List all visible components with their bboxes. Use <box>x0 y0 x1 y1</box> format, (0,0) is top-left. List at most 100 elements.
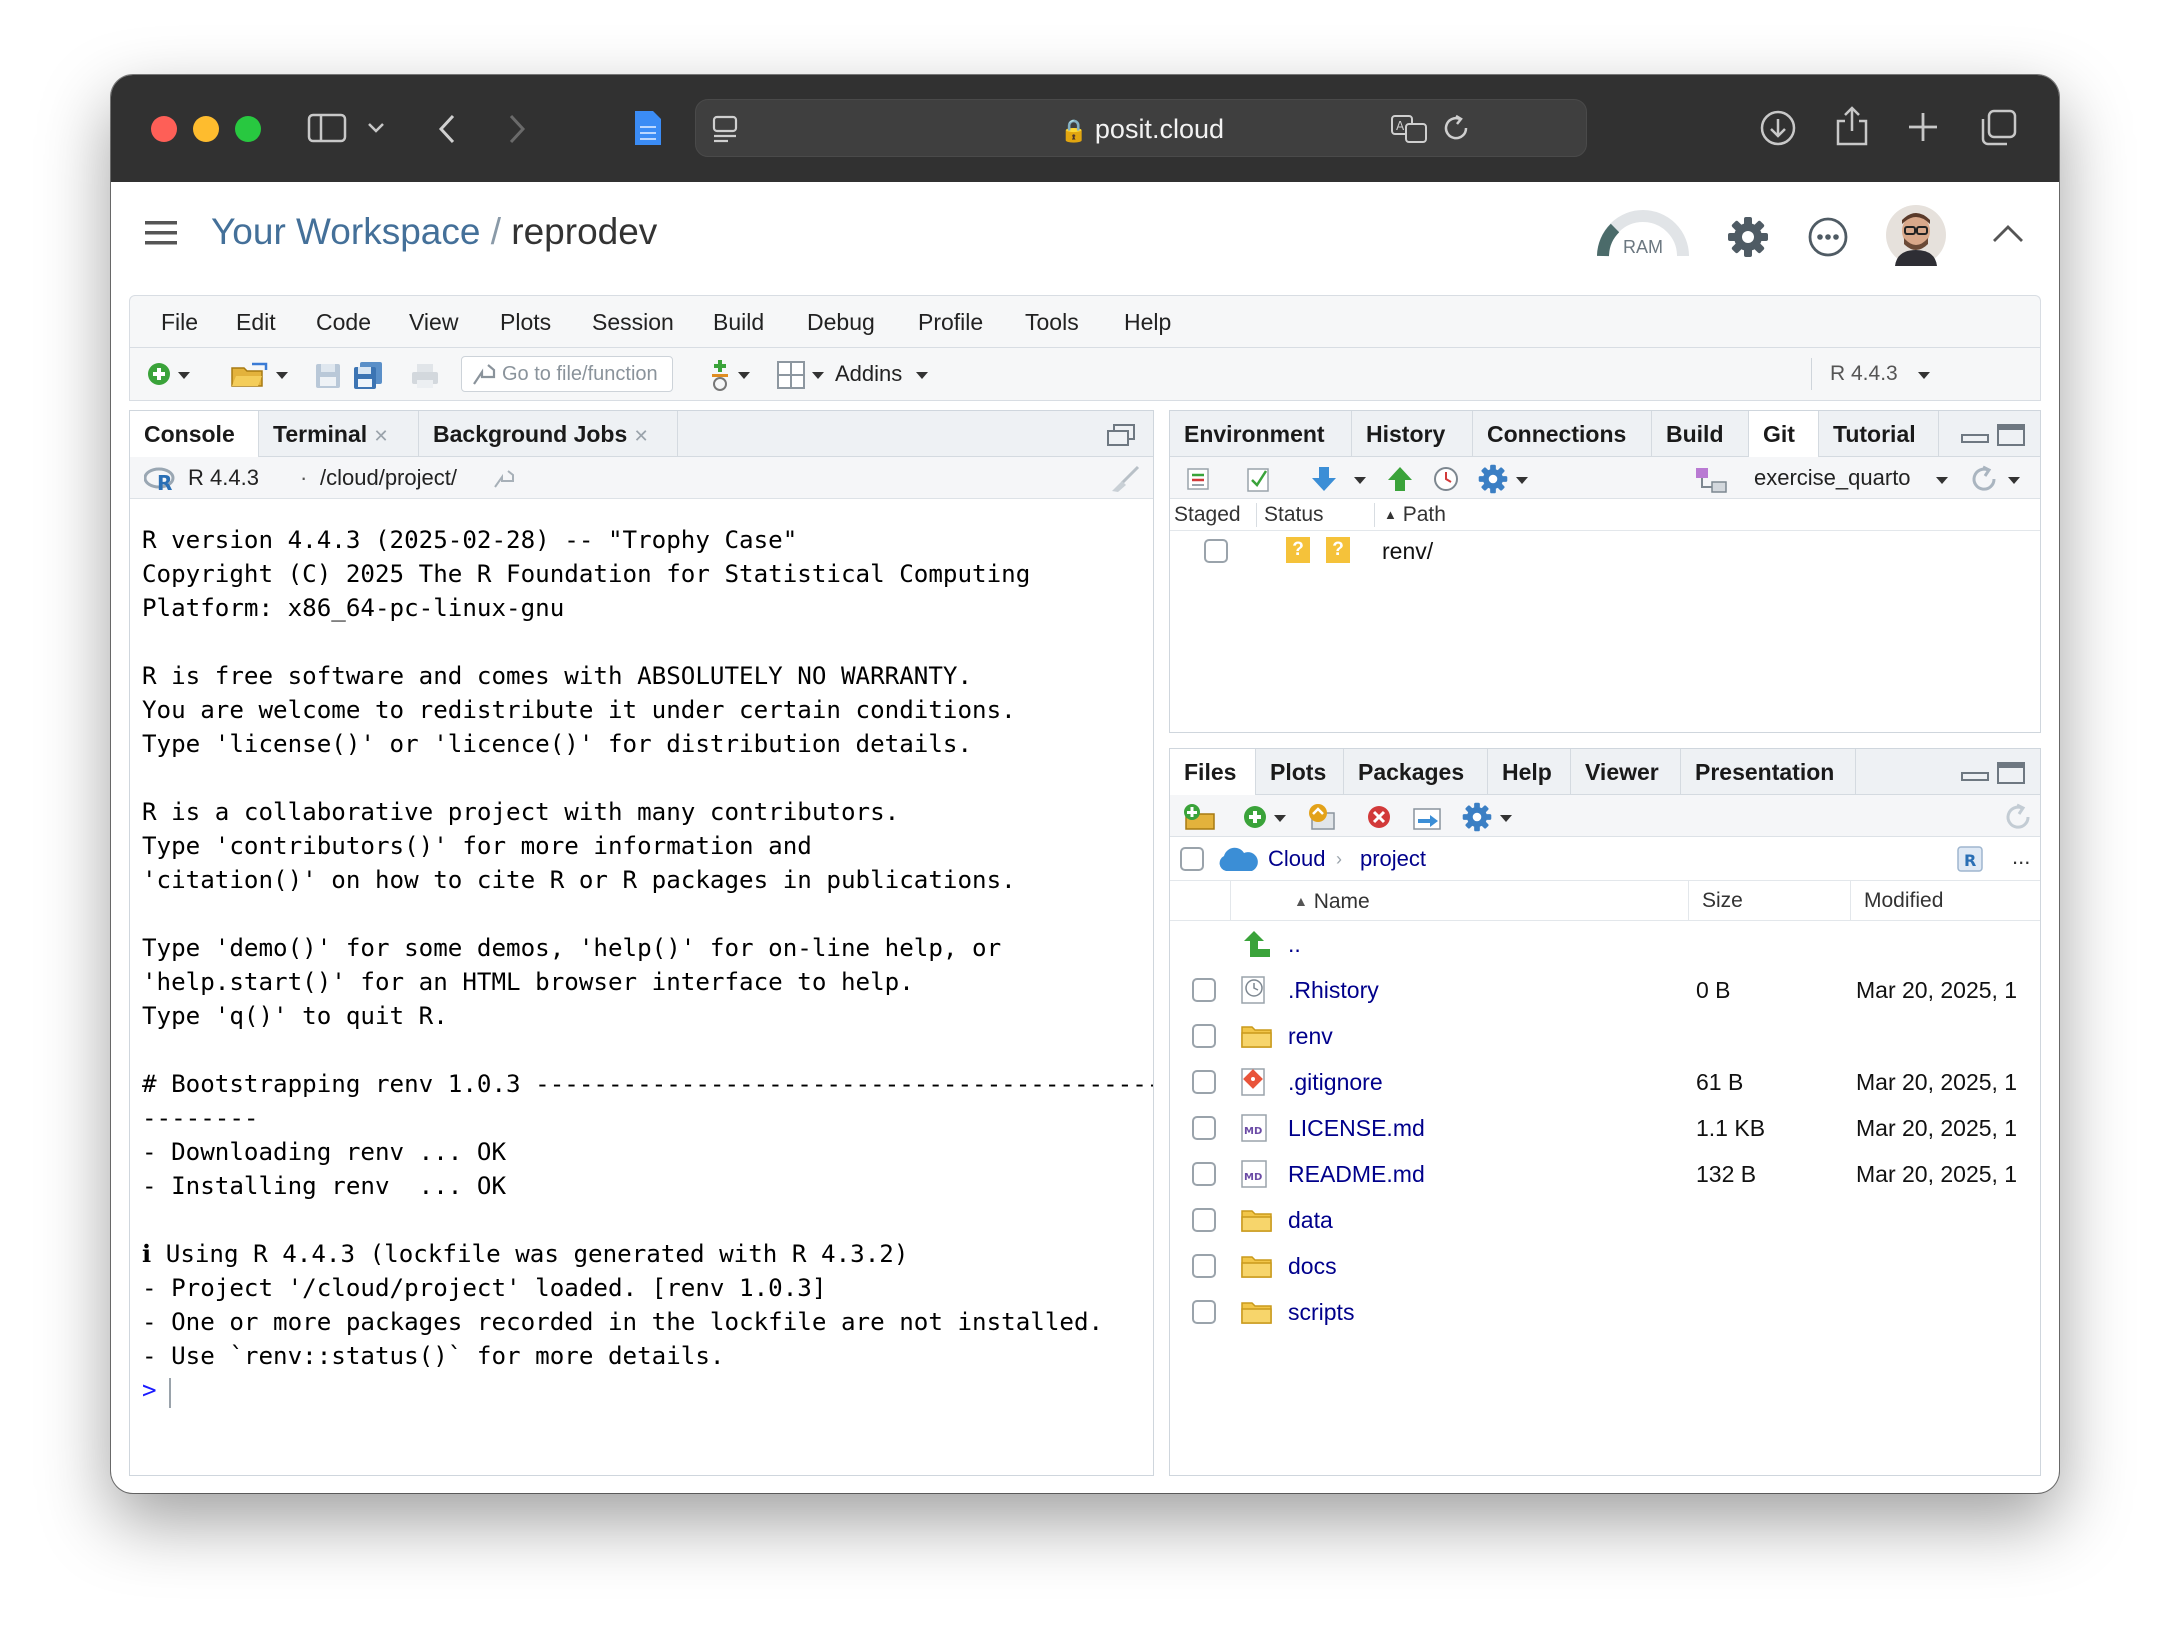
col-modified[interactable]: Modified <box>1864 881 1943 921</box>
branch-selector[interactable]: exercise_quarto <box>1754 457 1911 499</box>
new-blank-file-icon[interactable] <box>1242 804 1268 830</box>
select-all-checkbox[interactable] <box>1180 847 1204 871</box>
downloads-icon[interactable] <box>1759 109 1797 147</box>
save-icon[interactable] <box>314 362 342 390</box>
pane-layout-icon[interactable] <box>776 360 806 390</box>
r-version-selector[interactable]: R 4.4.3 <box>1830 348 1898 400</box>
git-push-icon[interactable] <box>1386 465 1414 493</box>
file-checkbox[interactable] <box>1192 1070 1216 1094</box>
address-bar[interactable]: 🔒 posit.cloud A <box>695 99 1587 157</box>
close-tab-icon[interactable]: ✕ <box>374 426 389 446</box>
col-status[interactable]: Status <box>1264 499 1324 531</box>
maximize-pane-icon[interactable] <box>1996 423 2026 447</box>
files-more-gear-icon[interactable] <box>1462 802 1492 832</box>
branch-dropdown-icon[interactable] <box>1936 477 1948 484</box>
tab-tutorial[interactable]: Tutorial <box>1819 411 1939 457</box>
refresh-dropdown-icon[interactable] <box>2008 477 2020 484</box>
layout-dropdown-icon[interactable] <box>812 372 824 379</box>
vcs-dropdown-icon[interactable] <box>738 372 750 379</box>
file-row[interactable]: scripts <box>1170 1289 2040 1335</box>
tab-terminal[interactable]: Terminal ✕ <box>259 411 419 457</box>
pull-dropdown-icon[interactable] <box>1354 477 1366 484</box>
collapse-header-icon[interactable] <box>1991 222 2025 244</box>
file-name[interactable]: renv <box>1288 1013 1333 1059</box>
file-checkbox[interactable] <box>1192 1116 1216 1140</box>
file-row[interactable]: docs <box>1170 1243 2040 1289</box>
hamburger-menu-icon[interactable] <box>145 221 177 245</box>
menu-help[interactable]: Help <box>1124 296 1171 348</box>
tab-connections[interactable]: Connections <box>1473 411 1652 457</box>
more-options-icon[interactable] <box>1807 216 1849 258</box>
file-row[interactable]: MD README.md 132 B Mar 20, 2025, 1 <box>1170 1151 2040 1197</box>
file-name[interactable]: LICENSE.md <box>1288 1105 1425 1151</box>
close-tab-icon[interactable]: ✕ <box>634 426 649 446</box>
menu-edit[interactable]: Edit <box>236 296 276 348</box>
document-tab-icon[interactable] <box>633 109 663 147</box>
workspace-link[interactable]: Your Workspace <box>211 211 480 252</box>
new-folder-icon[interactable] <box>1182 803 1218 831</box>
file-row[interactable]: data <box>1170 1197 2040 1243</box>
upload-icon[interactable] <box>1306 803 1338 831</box>
tab-presentation[interactable]: Presentation <box>1681 749 1856 795</box>
save-all-icon[interactable] <box>352 360 386 390</box>
version-control-icon[interactable] <box>708 358 732 392</box>
translate-icon[interactable]: A <box>1390 114 1430 144</box>
tab-build[interactable]: Build <box>1652 411 1749 457</box>
new-tab-icon[interactable] <box>1907 111 1939 143</box>
menu-profile[interactable]: Profile <box>918 296 983 348</box>
files-more-dropdown-icon[interactable] <box>1500 815 1512 822</box>
git-history-icon[interactable] <box>1432 465 1460 493</box>
r-version-dropdown-icon[interactable] <box>1918 372 1930 379</box>
col-name[interactable]: ▲ Name <box>1294 881 1370 922</box>
tab-help[interactable]: Help <box>1488 749 1571 795</box>
more-actions-button[interactable]: ... <box>2012 837 2030 877</box>
restore-pane-icon[interactable] <box>1106 423 1136 447</box>
open-project-icon[interactable] <box>230 362 270 388</box>
delete-icon[interactable] <box>1366 804 1392 830</box>
tab-environment[interactable]: Environment <box>1170 411 1352 457</box>
file-row[interactable]: .Rhistory 0 B Mar 20, 2025, 1 <box>1170 967 2040 1013</box>
zoom-window-button[interactable] <box>235 116 261 142</box>
git-diff-icon[interactable] <box>1186 467 1210 491</box>
file-row[interactable]: .gitignore 61 B Mar 20, 2025, 1 <box>1170 1059 2040 1105</box>
maximize-pane-icon[interactable] <box>1996 761 2026 785</box>
close-window-button[interactable] <box>151 116 177 142</box>
rproj-icon[interactable]: R <box>1956 845 1984 873</box>
menu-debug[interactable]: Debug <box>807 296 875 348</box>
chevron-down-icon[interactable] <box>367 121 385 135</box>
file-checkbox[interactable] <box>1192 1162 1216 1186</box>
menu-tools[interactable]: Tools <box>1025 296 1079 348</box>
menu-plots[interactable]: Plots <box>500 296 551 348</box>
forward-icon[interactable] <box>507 113 527 145</box>
new-file-dropdown-icon[interactable] <box>178 372 190 379</box>
tab-history[interactable]: History <box>1352 411 1473 457</box>
goto-file-input[interactable]: Go to file/function <box>461 356 673 392</box>
file-name[interactable]: README.md <box>1288 1151 1425 1197</box>
tab-overview-icon[interactable] <box>1979 109 2017 147</box>
minimize-pane-icon[interactable] <box>1960 425 1990 445</box>
breadcrumb-cloud[interactable]: Cloud <box>1268 837 1325 881</box>
git-settings-gear-icon[interactable] <box>1478 464 1508 494</box>
tab-git[interactable]: Git <box>1749 411 1819 458</box>
menu-build[interactable]: Build <box>713 296 764 348</box>
file-row[interactable]: MD LICENSE.md 1.1 KB Mar 20, 2025, 1 <box>1170 1105 2040 1151</box>
breadcrumb-project[interactable]: project <box>1360 837 1426 881</box>
git-settings-dropdown-icon[interactable] <box>1516 477 1528 484</box>
back-icon[interactable] <box>437 113 457 145</box>
console-output[interactable]: R version 4.4.3 (2025-02-28) -- "Trophy … <box>130 499 1153 1475</box>
go-to-dir-icon[interactable] <box>493 469 517 489</box>
refresh-git-icon[interactable] <box>1970 465 2000 493</box>
user-avatar[interactable] <box>1885 204 1947 266</box>
clear-console-icon[interactable] <box>1108 465 1142 493</box>
tab-console[interactable]: Console <box>130 411 259 458</box>
reload-icon[interactable] <box>1442 114 1472 144</box>
file-name[interactable]: docs <box>1288 1243 1337 1289</box>
file-name[interactable]: .Rhistory <box>1288 967 1379 1013</box>
file-checkbox[interactable] <box>1192 978 1216 1002</box>
git-pull-icon[interactable] <box>1310 465 1338 493</box>
file-checkbox[interactable] <box>1192 1300 1216 1324</box>
file-name[interactable]: data <box>1288 1197 1333 1243</box>
minimize-pane-icon[interactable] <box>1960 763 1990 783</box>
parent-dir-row[interactable]: .. <box>1170 921 2040 967</box>
print-icon[interactable] <box>410 362 440 390</box>
